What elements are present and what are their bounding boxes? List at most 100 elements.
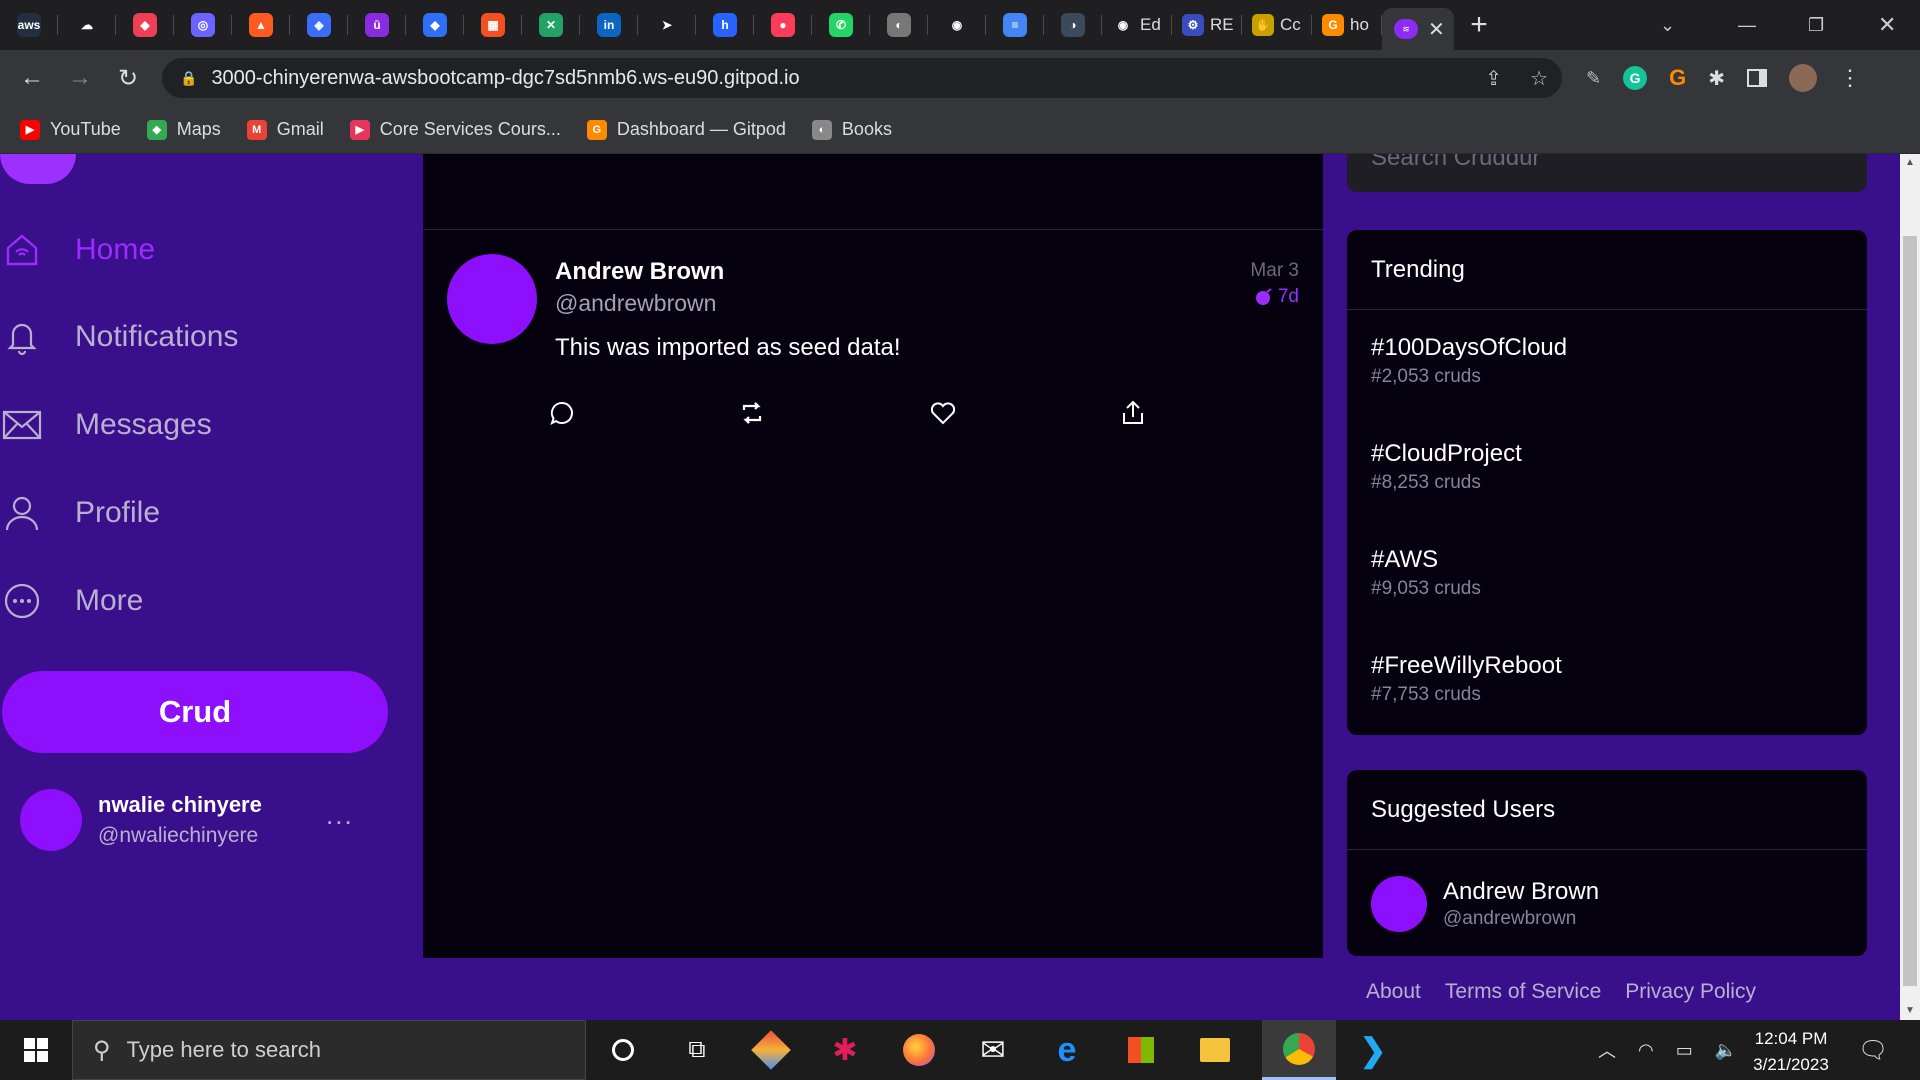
browser-tab[interactable]: ☁ (58, 0, 116, 50)
mail-app-icon[interactable]: ✉ (956, 1020, 1030, 1080)
search-input[interactable]: Search Cruddur (1347, 154, 1867, 192)
footer-about-link[interactable]: About (1366, 980, 1421, 1004)
bookmark-item[interactable]: M Gmail (246, 119, 324, 140)
scroll-thumb[interactable] (1903, 236, 1917, 986)
current-user-avatar[interactable] (20, 789, 82, 851)
battery-icon[interactable]: ▭ (1676, 1040, 1693, 1061)
browser-menu-icon[interactable]: ⋮ (1839, 65, 1861, 91)
pen-extension-icon[interactable]: ✎ (1586, 68, 1601, 89)
trending-item[interactable]: #AWS #9,053 cruds (1371, 546, 1481, 600)
gitpod-extension-icon[interactable]: G (1669, 65, 1686, 91)
grammarly-icon[interactable]: G (1623, 66, 1648, 90)
browser-tab[interactable]: Gho (1312, 0, 1382, 50)
browser-tab[interactable]: ◎ (174, 0, 232, 50)
heart-icon[interactable] (928, 398, 958, 428)
address-bar[interactable]: 🔒 3000-chinyerenwa-awsbootcamp-dgc7sd5nm… (162, 58, 1562, 98)
browser-tab[interactable]: ▲ (232, 0, 290, 50)
browser-tab[interactable]: h (696, 0, 754, 50)
tray-overflow-icon[interactable]: ︿ (1598, 1037, 1616, 1063)
browser-tab[interactable]: ✋ Cc (1242, 0, 1312, 50)
browser-tab[interactable]: ◐ (870, 0, 928, 50)
user-more-button[interactable]: ... (326, 800, 354, 831)
browser-tab[interactable]: ⚙ RE (1172, 0, 1242, 50)
reply-icon[interactable] (547, 398, 577, 428)
browser-tab[interactable]: ◆ (116, 0, 174, 50)
share-icon[interactable]: ⇪ (1485, 66, 1502, 91)
browser-tab[interactable]: ≡ (986, 0, 1044, 50)
forward-button[interactable]: → (56, 64, 104, 92)
scroll-down-arrow[interactable]: ▼ (1900, 1002, 1920, 1020)
browser-tab[interactable]: ✆ (812, 0, 870, 50)
suggested-user-avatar[interactable] (1371, 876, 1427, 932)
browser-tab[interactable]: ● (754, 0, 812, 50)
bookmark-item[interactable]: G Dashboard — Gitpod (586, 119, 786, 140)
browser-tab[interactable]: ✕ (522, 0, 580, 50)
bookmark-item[interactable]: ▶ Core Services Cours... (349, 119, 561, 140)
browser-tab[interactable]: ◈ (290, 0, 348, 50)
browser-tab[interactable]: aws (0, 0, 58, 50)
suggested-user-handle[interactable]: @andrewbrown (1443, 908, 1576, 930)
browser-tab[interactable]: ◉ Ed (1102, 0, 1172, 50)
browser-tab[interactable]: ū (348, 0, 406, 50)
profile-avatar[interactable] (1788, 64, 1817, 92)
notifications-icon[interactable]: 🗨 (1858, 1020, 1888, 1080)
post-avatar[interactable] (447, 254, 537, 344)
wifi-icon[interactable]: ◠ (1638, 1040, 1654, 1061)
active-browser-tab[interactable]: ≋ ✕ (1382, 8, 1454, 50)
footer-privacy-link[interactable]: Privacy Policy (1625, 980, 1756, 1004)
browser-tab[interactable]: ➤ (638, 0, 696, 50)
slack-icon[interactable]: ✱ (808, 1020, 882, 1080)
close-window-button[interactable]: ✕ (1878, 0, 1896, 50)
nav-item-notifications[interactable]: Notifications (0, 312, 238, 362)
nav-item-profile[interactable]: Profile (0, 488, 160, 538)
new-tab-button[interactable]: + (1454, 8, 1504, 42)
nav-item-more[interactable]: More (0, 576, 143, 626)
repost-icon[interactable] (737, 398, 767, 428)
vscode-icon[interactable]: ❯ (1336, 1020, 1410, 1080)
chrome-taskbar-icon[interactable] (1262, 1020, 1336, 1080)
side-panel-icon[interactable] (1746, 69, 1767, 87)
post-author-name[interactable]: Andrew Brown (555, 258, 724, 286)
start-button[interactable] (0, 1020, 72, 1080)
lock-icon[interactable]: 🔒 (180, 70, 197, 87)
bookmark-item[interactable]: ◆ Maps (146, 119, 221, 140)
bookmark-item[interactable]: ◐ Books (811, 119, 892, 140)
footer-terms-link[interactable]: Terms of Service (1445, 980, 1601, 1004)
trending-item[interactable]: #FreeWillyReboot #7,753 cruds (1371, 652, 1562, 706)
tab-search-chevron-icon[interactable]: ⌄ (1660, 0, 1675, 50)
nav-item-messages[interactable]: Messages (0, 400, 212, 450)
taskbar-search-input[interactable]: ⚲ Type here to search (72, 1020, 586, 1080)
volume-icon[interactable]: 🔈 (1715, 1040, 1737, 1061)
git-app-icon[interactable] (734, 1020, 808, 1080)
close-tab-icon[interactable]: ✕ (1428, 17, 1445, 42)
store-icon[interactable] (1104, 1020, 1178, 1080)
browser-tab[interactable]: ◉ (928, 0, 986, 50)
firefox-icon[interactable] (882, 1020, 956, 1080)
post-author-handle[interactable]: @andrewbrown (555, 290, 716, 317)
browser-tab[interactable]: ◆ (406, 0, 464, 50)
restore-button[interactable]: ❐ (1808, 0, 1824, 50)
taskbar-clock[interactable]: 12:04 PM 3/21/2023 (1736, 1026, 1846, 1078)
crud-button[interactable]: Crud (2, 671, 388, 753)
browser-tab[interactable]: ▦ (464, 0, 522, 50)
browser-tab[interactable]: ◑ (1044, 0, 1102, 50)
suggested-user-name[interactable]: Andrew Brown (1443, 878, 1599, 906)
cortana-icon[interactable] (586, 1020, 660, 1080)
reload-button[interactable]: ↻ (104, 64, 152, 93)
scroll-up-arrow[interactable]: ▲ (1900, 154, 1920, 172)
bookmark-star-icon[interactable]: ☆ (1530, 66, 1548, 91)
nav-item-home[interactable]: Home (0, 225, 155, 275)
page-scrollbar[interactable]: ▲ ▼ (1900, 154, 1920, 1020)
back-button[interactable]: ← (8, 64, 56, 92)
share-icon[interactable] (1118, 398, 1148, 428)
browser-tab[interactable]: in (580, 0, 638, 50)
file-explorer-icon[interactable] (1178, 1020, 1252, 1080)
trending-item[interactable]: #100DaysOfCloud #2,053 cruds (1371, 334, 1567, 388)
bookmark-item[interactable]: ▶ YouTube (20, 119, 121, 140)
trending-item[interactable]: #CloudProject #8,253 cruds (1371, 440, 1522, 494)
task-view-icon[interactable]: ⧉ (660, 1020, 734, 1080)
edge-icon[interactable]: e (1030, 1020, 1104, 1080)
cruddur-logo[interactable] (0, 154, 76, 184)
extensions-puzzle-icon[interactable]: ✱ (1708, 66, 1725, 91)
minimize-button[interactable]: — (1738, 0, 1756, 50)
